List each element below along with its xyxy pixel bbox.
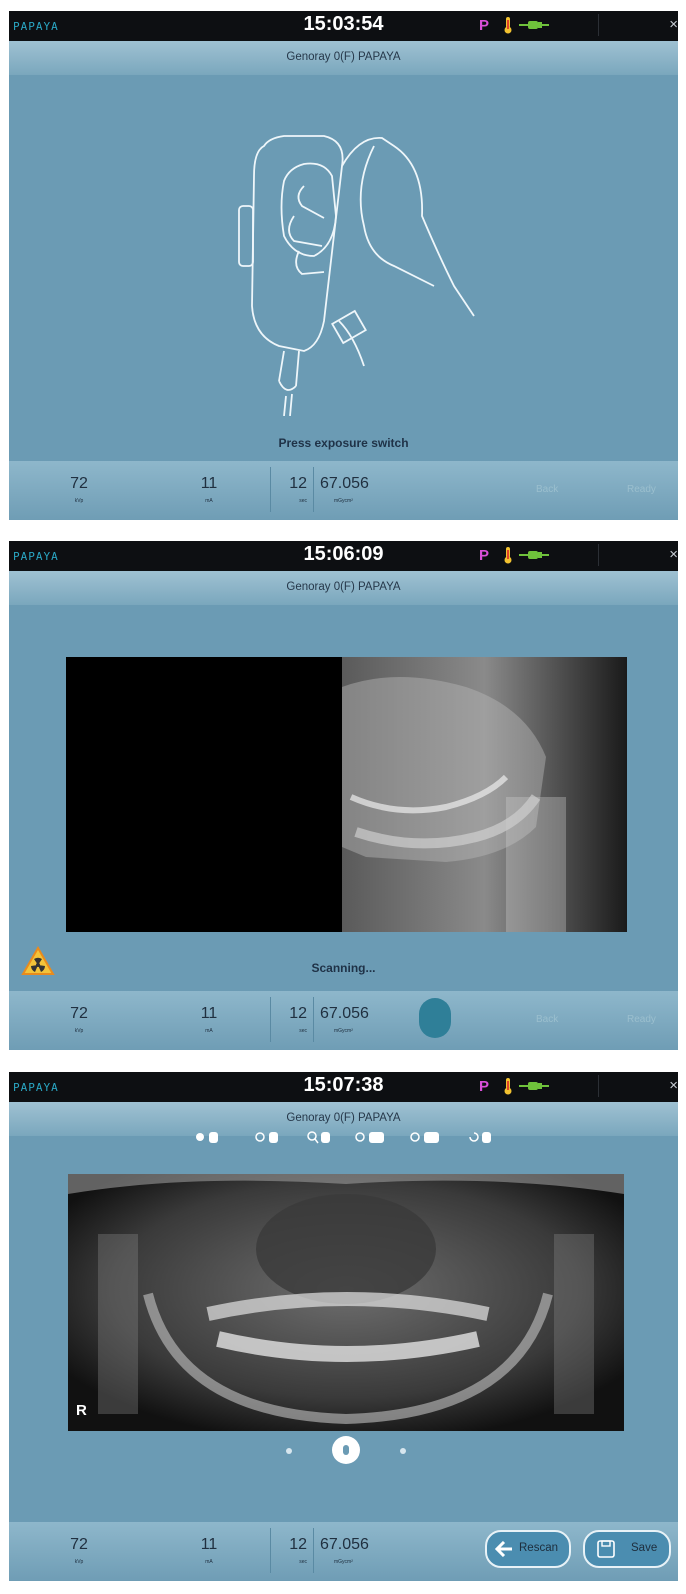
thermometer-icon	[504, 1078, 512, 1095]
clock: 15:03:54	[303, 13, 384, 35]
divider	[270, 1528, 271, 1573]
top-bar: PAPAYA 15:06:09 P ×	[9, 541, 678, 571]
sec-unit: sec	[299, 1559, 307, 1565]
connection-icon	[519, 21, 549, 29]
kvp-unit: kVp	[74, 1028, 84, 1034]
header-bar: Genoray 0(F) PAPAYA	[9, 1102, 678, 1136]
ready-button[interactable]: Ready	[627, 1014, 656, 1025]
ma-value: 11	[200, 475, 218, 492]
sec-value: 12	[289, 1005, 307, 1022]
dose-unit: mGycm²	[334, 1028, 353, 1034]
page-dot[interactable]	[286, 1448, 292, 1454]
page-dot[interactable]	[400, 1448, 406, 1454]
hand-exposure-switch-illustration	[238, 135, 475, 416]
ma-unit: mA	[205, 498, 213, 504]
ma-unit: mA	[205, 1028, 213, 1034]
page-dot-active[interactable]	[332, 1436, 360, 1464]
rescan-label: Rescan	[519, 1542, 558, 1554]
screen-result: PAPAYA 15:07:38 P × Genoray 0(F) PAPAYA	[9, 1072, 678, 1581]
divider	[313, 1528, 314, 1573]
sec-unit: sec	[299, 498, 307, 504]
mode-indicator: P	[479, 17, 490, 34]
ma-value: 11	[200, 1005, 218, 1022]
save-button[interactable]: Save	[583, 1530, 671, 1568]
close-button[interactable]: ×	[669, 546, 678, 563]
connection-icon	[519, 1082, 549, 1090]
pan-icon[interactable]	[194, 1130, 220, 1145]
dose-unit: mGycm²	[334, 1559, 353, 1565]
screen-scanning: PAPAYA 15:06:09 P × Genoray 0(F) PAPAYA …	[9, 541, 678, 1050]
ma-value: 11	[200, 1536, 218, 1553]
dose-value: 67.056	[320, 475, 369, 492]
close-button[interactable]: ×	[669, 16, 678, 33]
clock: 15:07:38	[303, 1074, 384, 1096]
rotate-icon[interactable]	[467, 1130, 493, 1145]
bottom-bar: 72 kVp 11 mA 12 sec 67.056 mGycm² Rescan…	[9, 1522, 678, 1581]
kvp-value: 72	[70, 1005, 88, 1022]
page-dot-inner	[343, 1445, 349, 1455]
header-bar: Genoray 0(F) PAPAYA	[9, 41, 678, 75]
thermometer-icon	[504, 17, 512, 34]
zoom-icon[interactable]	[306, 1130, 332, 1145]
invert-icon[interactable]	[409, 1130, 441, 1145]
thermometer-icon	[504, 547, 512, 564]
top-bar: PAPAYA 15:07:38 P ×	[9, 1072, 678, 1102]
top-bar: PAPAYA 15:03:54 P ×	[9, 11, 678, 41]
mode-indicator: P	[479, 1078, 490, 1095]
divider	[598, 544, 599, 566]
sec-value: 12	[289, 1536, 307, 1553]
device-title: Genoray 0(F) PAPAYA	[286, 581, 401, 593]
divider	[313, 467, 314, 512]
screen-exposure-prompt: PAPAYA 15:03:54 P × Genoray 0(F) PAPAYA …	[9, 11, 678, 520]
mode-indicator: P	[479, 547, 490, 564]
kvp-unit: kVp	[74, 498, 84, 504]
header-bar: Genoray 0(F) PAPAYA	[9, 571, 678, 605]
kvp-unit: kVp	[74, 1559, 84, 1565]
close-button[interactable]: ×	[669, 1077, 678, 1094]
divider	[270, 997, 271, 1042]
dose-value: 67.056	[320, 1005, 369, 1022]
divider	[598, 14, 599, 36]
flip-icon[interactable]	[354, 1130, 386, 1145]
right-side-marker: R	[76, 1402, 87, 1419]
divider	[313, 997, 314, 1042]
sec-unit: sec	[299, 1028, 307, 1034]
back-button[interactable]: Back	[536, 1014, 558, 1025]
device-title: Genoray 0(F) PAPAYA	[286, 51, 401, 63]
panoramic-xray-image: R	[68, 1174, 624, 1431]
sec-value: 12	[289, 475, 307, 492]
status-message: Scanning...	[311, 961, 376, 975]
dose-value: 67.056	[320, 1536, 369, 1553]
dose-unit: mGycm²	[334, 498, 353, 504]
kvp-value: 72	[70, 1536, 88, 1553]
bottom-bar: 72 kVp 11 mA 12 sec 67.056 mGycm² Back R…	[9, 461, 678, 520]
back-button[interactable]: Back	[536, 484, 558, 495]
device-title: Genoray 0(F) PAPAYA	[286, 1112, 401, 1124]
rescan-button[interactable]: Rescan	[485, 1530, 571, 1568]
divider	[270, 467, 271, 512]
save-label: Save	[631, 1542, 658, 1554]
status-message: Press exposure switch	[278, 436, 409, 450]
ready-button[interactable]: Ready	[627, 484, 656, 495]
divider	[598, 1075, 599, 1097]
arrow-left-icon	[495, 1541, 512, 1557]
connection-icon	[519, 551, 549, 559]
exposure-indicator	[419, 998, 451, 1038]
bottom-bar: 72 kVp 11 mA 12 sec 67.056 mGycm² Back R…	[9, 991, 678, 1050]
panoramic-xray-drawing	[68, 1174, 624, 1431]
floppy-disk-icon	[597, 1540, 615, 1558]
ma-unit: mA	[205, 1559, 213, 1565]
partial-xray-image	[342, 657, 627, 932]
kvp-value: 72	[70, 475, 88, 492]
brightness-icon[interactable]	[254, 1130, 280, 1145]
scan-preview	[66, 657, 627, 932]
clock: 15:06:09	[303, 543, 384, 565]
